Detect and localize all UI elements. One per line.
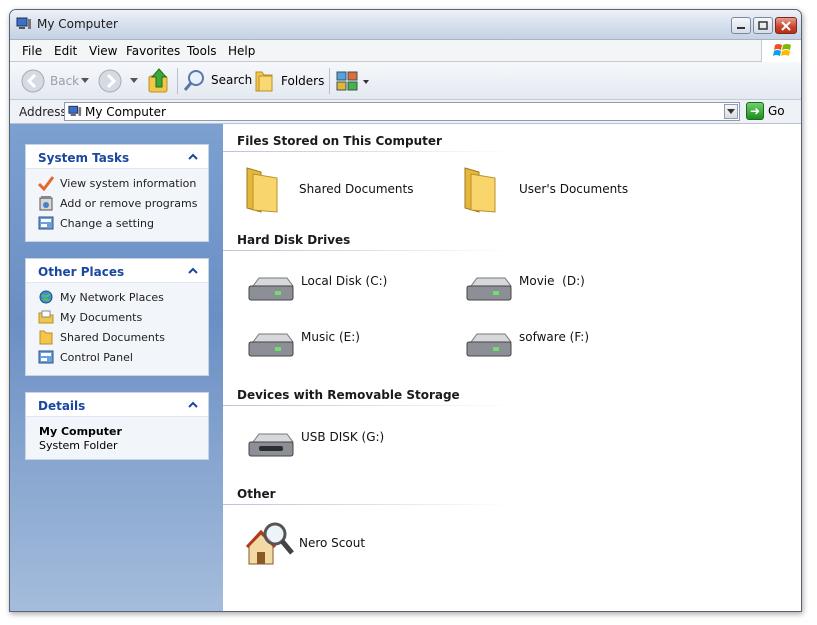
menu-view[interactable]: View — [89, 44, 117, 58]
windows-logo — [761, 40, 801, 62]
chevron-down-icon — [727, 109, 735, 114]
folders-button[interactable]: Folders — [254, 68, 324, 94]
back-arrow-icon — [21, 69, 45, 93]
hard-disk-icon — [248, 333, 294, 357]
menu-file[interactable]: File — [22, 44, 42, 58]
other-places-panel: Other Places My Network Places My Docume… — [25, 258, 209, 376]
item-sofware-f[interactable]: sofware (F:) — [465, 330, 589, 362]
group-removable-storage: Devices with Removable Storage — [237, 388, 460, 402]
task-pane: System Tasks View system information Add… — [10, 124, 223, 611]
back-label: Back — [50, 74, 80, 88]
system-tasks-title: System Tasks — [38, 151, 130, 165]
collapse-chevron-icon[interactable] — [187, 399, 199, 411]
address-dropdown-button[interactable] — [724, 104, 738, 119]
group-divider — [223, 405, 513, 406]
checkmark-icon — [38, 176, 54, 191]
address-input[interactable]: My Computer — [64, 102, 740, 121]
menu-help[interactable]: Help — [228, 44, 255, 58]
group-files-stored: Files Stored on This Computer — [237, 134, 442, 148]
item-nero-scout[interactable]: Nero Scout — [245, 518, 365, 568]
my-computer-icon — [16, 17, 31, 29]
minimize-button[interactable] — [731, 17, 751, 34]
system-tasks-panel: System Tasks View system information Add… — [25, 144, 209, 242]
folder-icon — [39, 330, 53, 345]
go-arrow-icon: ➜ — [746, 102, 764, 120]
content-area: Files Stored on This Computer Shared Doc… — [223, 124, 801, 611]
folders-label: Folders — [281, 74, 325, 88]
system-tasks-header[interactable]: System Tasks — [26, 145, 208, 169]
address-label: Address — [19, 105, 67, 119]
details-name: My Computer — [39, 425, 122, 438]
folder-icon — [464, 167, 496, 213]
item-users-documents[interactable]: User's Documents — [459, 164, 628, 214]
folder-icon — [246, 167, 278, 213]
maximize-button[interactable] — [753, 17, 773, 34]
group-divider — [223, 151, 513, 152]
place-control-panel[interactable]: Control Panel — [38, 349, 133, 365]
explorer-window: My Computer File Edit View Favorites Too… — [9, 9, 802, 612]
hard-disk-icon — [466, 333, 512, 357]
back-dropdown-icon[interactable] — [81, 78, 89, 84]
task-add-remove-programs[interactable]: Add or remove programs — [38, 195, 198, 211]
item-local-disk-c[interactable]: Local Disk (C:) — [247, 274, 387, 306]
place-my-network-places[interactable]: My Network Places — [38, 289, 164, 305]
group-hard-disk-drives: Hard Disk Drives — [237, 233, 351, 247]
details-title: Details — [38, 399, 86, 413]
item-movie-d[interactable]: Movie (D:) — [465, 274, 585, 306]
group-divider — [223, 250, 513, 251]
add-remove-programs-icon — [39, 196, 53, 211]
item-usb-disk-g[interactable]: USB DISK (G:) — [247, 430, 384, 462]
menu-edit[interactable]: Edit — [54, 44, 77, 58]
details-type: System Folder — [39, 439, 118, 452]
title-bar[interactable]: My Computer — [10, 10, 801, 40]
my-computer-icon — [68, 105, 82, 116]
group-other: Other — [237, 487, 276, 501]
window-title: My Computer — [37, 17, 118, 31]
documents-folder-icon — [38, 310, 54, 324]
menu-bar: File Edit View Favorites Tools Help — [10, 40, 801, 62]
search-icon — [183, 70, 204, 91]
nero-scout-icon — [245, 522, 294, 565]
place-shared-documents[interactable]: Shared Documents — [38, 329, 165, 345]
go-button[interactable]: ➜ Go — [746, 102, 785, 120]
windows-flag-icon — [773, 44, 791, 56]
hard-disk-icon — [466, 277, 512, 301]
control-panel-icon — [38, 216, 54, 230]
collapse-chevron-icon[interactable] — [187, 151, 199, 163]
up-folder-icon[interactable] — [147, 67, 171, 95]
other-places-title: Other Places — [38, 265, 125, 279]
network-globe-icon — [39, 290, 53, 304]
go-label: Go — [768, 104, 785, 118]
forward-dropdown-icon[interactable] — [130, 78, 138, 84]
item-shared-documents[interactable]: Shared Documents — [241, 164, 413, 214]
details-header[interactable]: Details — [26, 393, 208, 417]
maximize-icon — [758, 21, 768, 30]
menu-favorites[interactable]: Favorites — [126, 44, 180, 58]
minimize-icon — [737, 26, 745, 29]
back-button[interactable]: Back — [20, 68, 79, 94]
task-view-system-info[interactable]: View system information — [38, 175, 196, 191]
item-music-e[interactable]: Music (E:) — [247, 330, 360, 362]
views-button[interactable] — [336, 71, 376, 93]
close-button[interactable] — [775, 17, 797, 34]
collapse-chevron-icon[interactable] — [187, 265, 199, 277]
place-my-documents[interactable]: My Documents — [38, 309, 142, 325]
search-button[interactable]: Search — [183, 68, 252, 92]
details-panel: Details My Computer System Folder — [25, 392, 209, 460]
hard-disk-icon — [248, 277, 294, 301]
address-bar: Address My Computer ➜ Go — [10, 100, 801, 124]
other-places-header[interactable]: Other Places — [26, 259, 208, 283]
removable-drive-icon — [248, 433, 294, 457]
search-label: Search — [211, 73, 253, 87]
folders-icon — [255, 71, 273, 92]
task-change-setting[interactable]: Change a setting — [38, 215, 154, 231]
menu-tools[interactable]: Tools — [187, 44, 217, 58]
group-divider — [223, 504, 513, 505]
close-icon — [781, 20, 791, 31]
toolbar: Back Search Folders — [10, 62, 801, 100]
forward-button[interactable] — [97, 68, 123, 94]
control-panel-icon — [38, 350, 54, 364]
address-value: My Computer — [85, 105, 166, 119]
